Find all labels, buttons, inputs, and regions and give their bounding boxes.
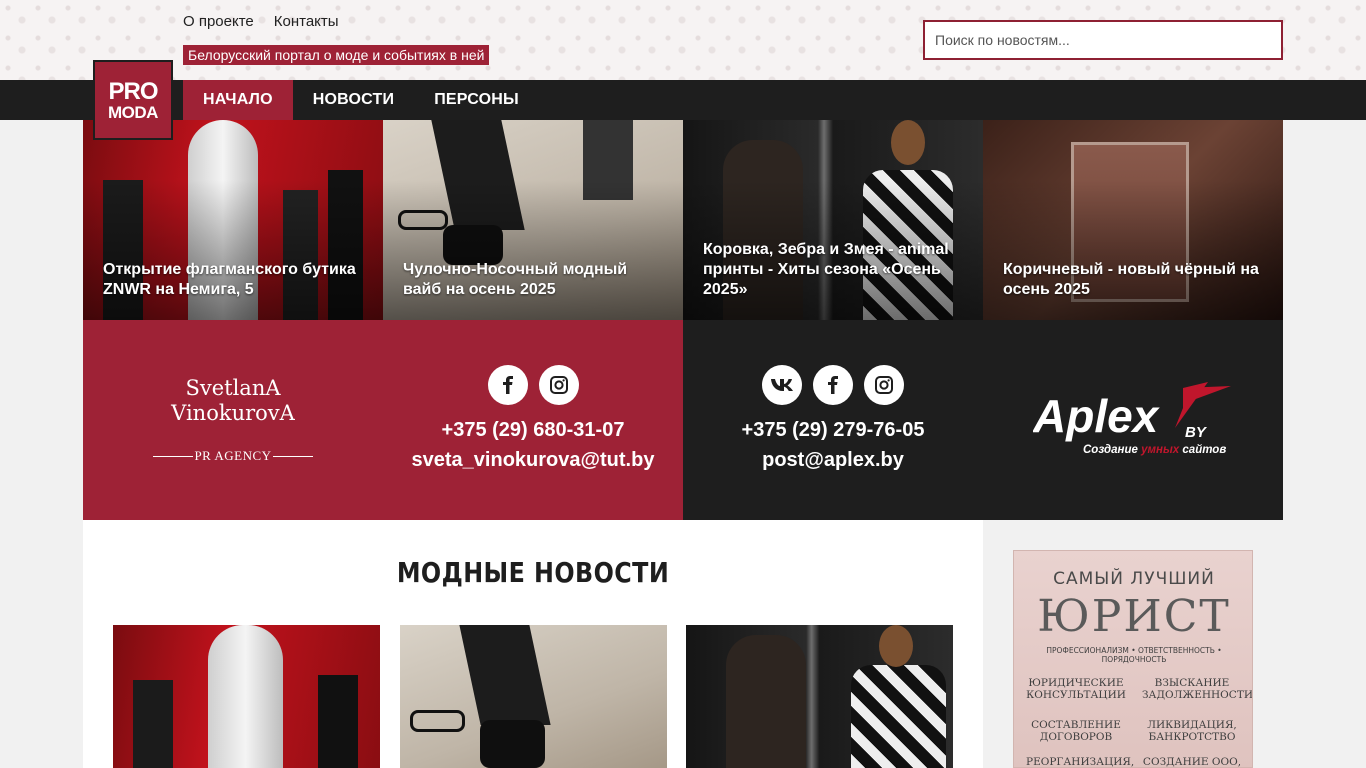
contacts-link[interactable]: Контакты xyxy=(274,13,339,30)
ad-line2: ЮРИСТ xyxy=(1037,591,1231,642)
hero-item[interactable]: Чулочно-Носочный модный вайб на осень 20… xyxy=(383,120,683,320)
hero-item[interactable]: Коровка, Зебра и Змея - animal принты - … xyxy=(683,120,983,320)
hero-item[interactable]: Открытие флагманского бутика ZNWR на Нем… xyxy=(83,120,383,320)
sidebar: САМЫЙ ЛУЧШИЙ ЮРИСТ ПРОФЕССИОНАЛИЗМ • ОТВ… xyxy=(983,520,1283,768)
aplex-socials xyxy=(762,365,904,405)
agency-name-line1: SvetlanA xyxy=(185,376,281,400)
instagram-icon[interactable] xyxy=(864,365,904,405)
news-card[interactable] xyxy=(686,625,953,768)
ad-item: РЕОРГАНИЗАЦИЯ, xyxy=(1026,756,1135,768)
hero-title[interactable]: Коровка, Зебра и Змея - animal принты - … xyxy=(703,240,965,300)
hero-title[interactable]: Открытие флагманского бутика ZNWR на Нем… xyxy=(103,260,365,300)
ad-row: СОСТАВЛЕНИЕ ДОГОВОРОВ ЛИКВИДАЦИЯ, БАНКРО… xyxy=(1014,719,1252,743)
aplex-phone[interactable]: +375 (29) 279-76-05 xyxy=(683,415,983,445)
lawyer-ad-banner[interactable]: САМЫЙ ЛУЧШИЙ ЮРИСТ ПРОФЕССИОНАЛИЗМ • ОТВ… xyxy=(1013,550,1253,768)
hero-grid: Открытие флагманского бутика ZNWR на Нем… xyxy=(83,120,1283,320)
agency-name[interactable]: SvetlanA VinokurovA xyxy=(83,376,383,426)
instagram-icon[interactable] xyxy=(539,365,579,405)
aplex-slogan: Создание умных сайтов xyxy=(1083,444,1226,456)
vk-icon[interactable] xyxy=(762,365,802,405)
ad-item: ЮРИДИЧЕСКИЕ КОНСУЛЬТАЦИИ xyxy=(1026,677,1126,701)
nav-item-home[interactable]: НАЧАЛО xyxy=(183,80,293,120)
agency-socials xyxy=(488,365,579,405)
ad-item: ЛИКВИДАЦИЯ, БАНКРОТСТВО xyxy=(1147,719,1237,743)
site-tagline: Белорусский портал о моде и событиях в н… xyxy=(183,45,490,65)
news-card[interactable] xyxy=(400,625,667,768)
facebook-icon[interactable] xyxy=(488,365,528,405)
hero-title[interactable]: Коричневый - новый чёрный на осень 2025 xyxy=(1003,260,1265,300)
ad-item: СОЗДАНИЕ ООО, ОАО xyxy=(1142,756,1242,768)
about-link[interactable]: О проекте xyxy=(183,13,254,30)
agency-block: SvetlanA VinokurovA PR AGENCY +375 (29) … xyxy=(83,320,683,520)
agency-email[interactable]: sveta_vinokurova@tut.by xyxy=(383,445,683,475)
agency-name-line2: VinokurovA xyxy=(171,401,295,425)
logo-line1: PRO xyxy=(108,77,158,105)
ad-item: СОСТАВЛЕНИЕ ДОГОВОРОВ xyxy=(1031,719,1121,743)
hero-item[interactable]: Коричневый - новый чёрный на осень 2025 xyxy=(983,120,1283,320)
ad-line1: САМЫЙ ЛУЧШИЙ xyxy=(1053,569,1215,589)
main-nav: НАЧАЛО НОВОСТИ ПЕРСОНЫ xyxy=(0,80,1366,120)
ad-row: РЕОРГАНИЗАЦИЯ, СОЗДАНИЕ ООО, ОАО xyxy=(1014,756,1252,768)
hero-title[interactable]: Чулочно-Носочный модный вайб на осень 20… xyxy=(403,260,665,300)
section-title: МОДНЫЕ НОВОСТИ xyxy=(396,556,670,589)
logo-line2: MODA xyxy=(108,102,158,122)
facebook-icon[interactable] xyxy=(813,365,853,405)
agency-tag: PR AGENCY xyxy=(153,448,313,464)
aplex-email[interactable]: post@aplex.by xyxy=(683,445,983,475)
main-content: МОДНЫЕ НОВОСТИ xyxy=(83,520,983,768)
site-logo[interactable]: PRO MODA xyxy=(93,60,173,140)
agency-phone[interactable]: +375 (29) 680-31-07 xyxy=(383,415,683,445)
aplex-by: BY xyxy=(1185,424,1208,441)
nav-item-news[interactable]: НОВОСТИ xyxy=(293,80,414,120)
top-links: О проекте Контакты xyxy=(183,13,339,30)
search-input[interactable] xyxy=(923,20,1283,60)
header: О проекте Контакты Белорусский портал о … xyxy=(0,0,1366,80)
ad-item: ВЗЫСКАНИЕ ЗАДОЛЖЕННОСТИ xyxy=(1142,677,1253,701)
aplex-block: +375 (29) 279-76-05 post@aplex.by Aplex … xyxy=(683,320,1283,520)
ad-line3: ПРОФЕССИОНАЛИЗМ • ОТВЕТСТВЕННОСТЬ • ПОРЯ… xyxy=(1046,646,1222,664)
news-card[interactable] xyxy=(113,625,380,768)
ad-row: ЮРИДИЧЕСКИЕ КОНСУЛЬТАЦИИ ВЗЫСКАНИЕ ЗАДОЛ… xyxy=(1014,677,1253,701)
nav-item-persons[interactable]: ПЕРСОНЫ xyxy=(414,80,539,120)
aplex-logo[interactable]: Aplex BY Создание умных сайтов xyxy=(1032,382,1233,462)
partners-band: SvetlanA VinokurovA PR AGENCY +375 (29) … xyxy=(83,320,1283,520)
aplex-wordmark: Aplex xyxy=(1033,390,1161,442)
